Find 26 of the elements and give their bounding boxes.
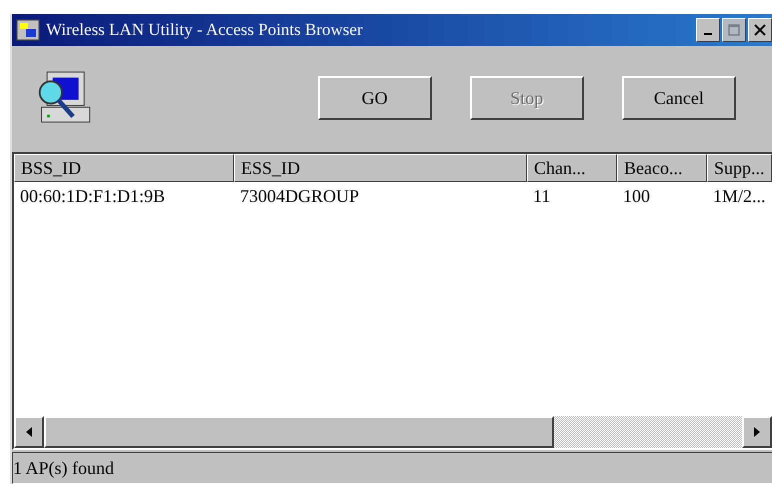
toolbar-button[interactable]: GO [318,76,432,120]
column-header[interactable]: ESS_ID [234,154,527,182]
column-header[interactable]: Beaco... [617,154,707,182]
left-arrow-icon [26,427,32,437]
close-button[interactable] [748,18,772,42]
column-header[interactable]: Supp... [707,154,772,182]
scroll-right-button[interactable] [742,416,772,448]
table-cell-text: 73004DGROUP [239,184,360,208]
minimize-icon [704,33,712,35]
toolbar-button[interactable]: Cancel [622,76,736,120]
horizontal-scrollbar[interactable] [14,416,772,448]
table-cell-text: 11 [532,184,552,208]
app-icon [16,19,40,41]
scroll-thumb[interactable] [44,416,554,448]
window-title: Wireless LAN Utility - Access Points Browser [46,20,364,40]
right-arrow-icon [754,427,760,437]
column-header[interactable]: BSS_ID [14,154,234,182]
maximize-icon [728,24,740,36]
table-cell-text: 1M/2... [712,184,767,208]
column-header[interactable]: Chan... [527,154,617,182]
close-icon [754,24,766,36]
scroll-left-button[interactable] [14,416,44,448]
status-text: 1 AP(s) found [13,458,114,478]
table-cell-text: 100 [622,184,651,208]
minimize-button[interactable] [696,18,720,42]
table-cell-text: 00:60:1D:F1:D1:9B [19,184,166,208]
